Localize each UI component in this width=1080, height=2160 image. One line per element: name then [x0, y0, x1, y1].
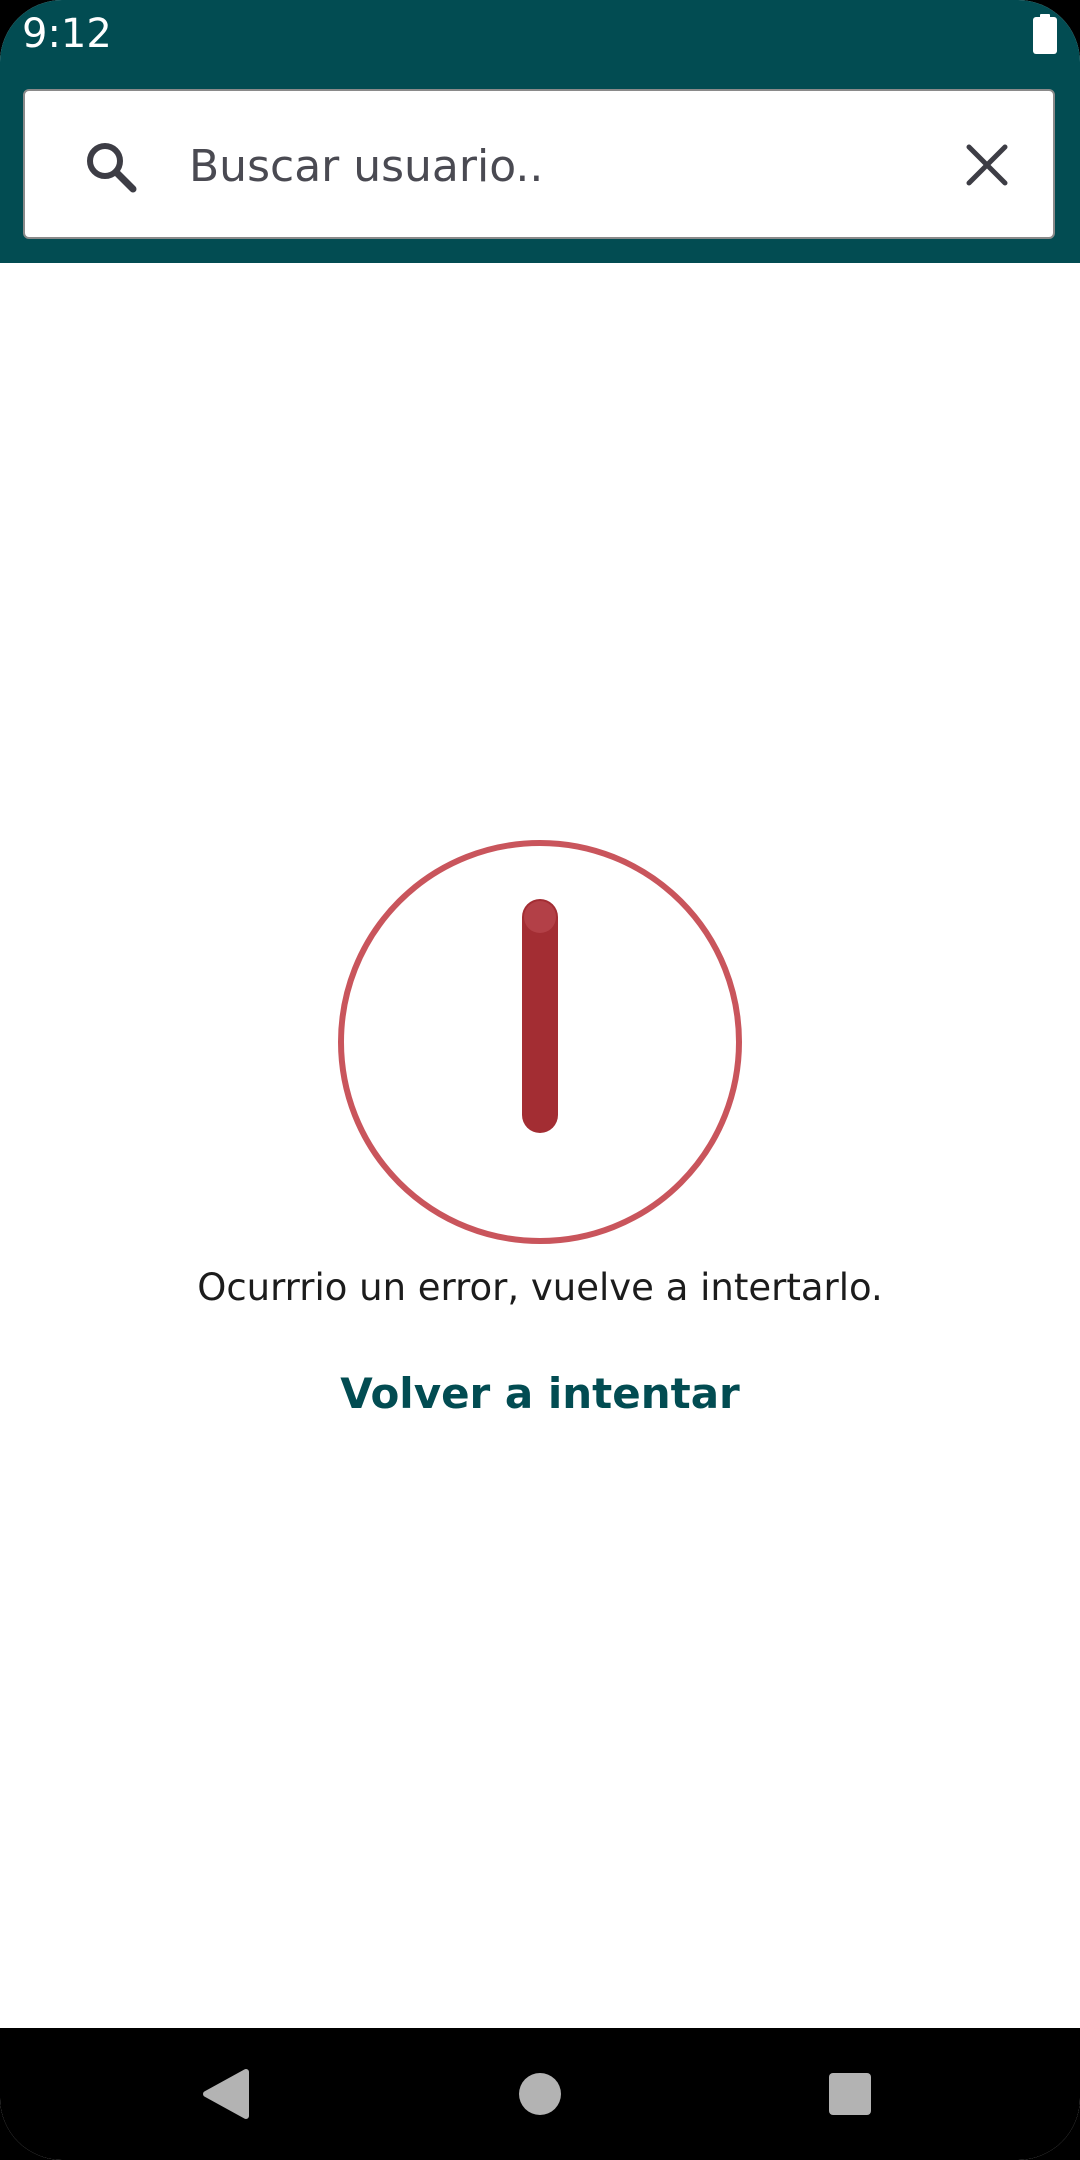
error-circle-icon — [338, 840, 742, 1244]
error-message: Ocurrrio un error, vuelve a intertarlo. — [197, 1266, 883, 1309]
app-screen: 9:12 Ocurrrio un error, vuelve a interta… — [0, 0, 1080, 2160]
top-app-bar: 9:12 — [0, 0, 1080, 263]
search-icon[interactable] — [83, 139, 139, 195]
search-input[interactable] — [165, 121, 993, 211]
back-icon[interactable] — [190, 2058, 262, 2130]
system-navigation-bar — [0, 2028, 1080, 2160]
battery-icon — [1033, 14, 1057, 54]
close-icon[interactable] — [963, 141, 1011, 189]
home-icon[interactable] — [504, 2058, 576, 2130]
recents-icon[interactable] — [814, 2058, 886, 2130]
retry-button[interactable]: Volver a intentar — [340, 1353, 740, 1433]
error-state: Ocurrrio un error, vuelve a intertarlo. … — [0, 263, 1080, 2028]
status-time: 9:12 — [22, 11, 112, 57]
search-bar[interactable] — [23, 89, 1055, 239]
